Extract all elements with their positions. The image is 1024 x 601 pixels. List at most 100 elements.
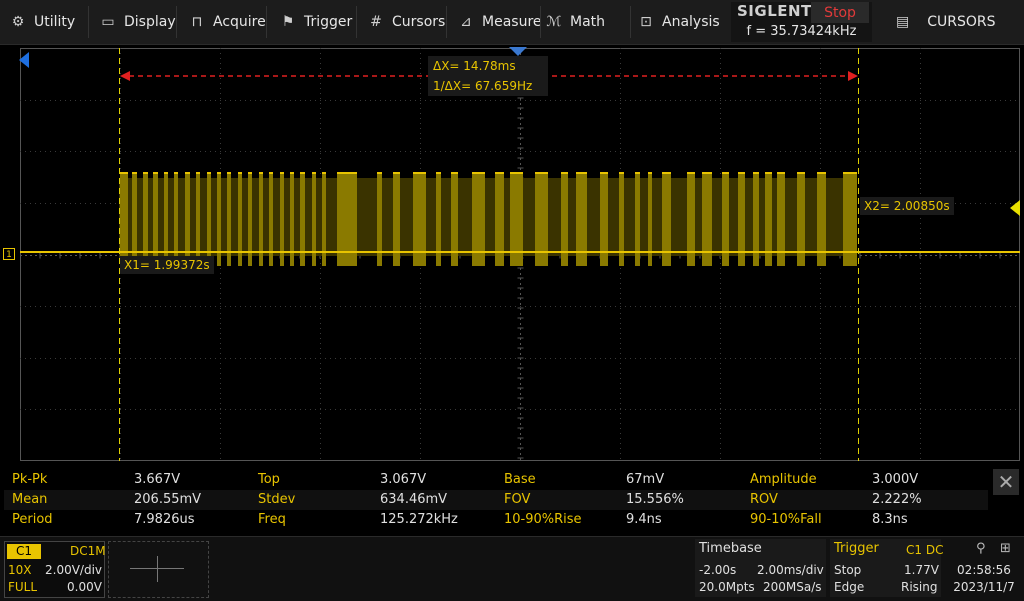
meas-value: 125.272kHz xyxy=(380,512,458,527)
meas-label: Base xyxy=(504,472,536,487)
trigger-source: C1 DC xyxy=(906,543,944,557)
menu-trigger[interactable]: ⚑ Trigger xyxy=(280,0,353,44)
meas-value: 3.667V xyxy=(134,472,181,487)
add-channel-slot[interactable] xyxy=(108,541,209,598)
meas-label: Pk-Pk xyxy=(12,472,48,487)
table-row: Pk-Pk 3.667V Top 3.067V Base 67mV Amplit… xyxy=(4,470,988,490)
meas-value: 206.55mV xyxy=(134,492,202,507)
delta-arrow-left-head xyxy=(120,71,130,81)
trigger-state: Stop xyxy=(834,563,862,577)
cursor-x2-label[interactable]: X2= 2.00850s xyxy=(860,197,954,215)
trigger-slope: Rising xyxy=(901,580,938,594)
cursors-grid-icon: # xyxy=(370,14,382,30)
menu-math[interactable]: ℳ Math xyxy=(546,0,606,44)
cursors-panel-label: CURSORS xyxy=(927,14,996,30)
menu-acquire-label: Acquire xyxy=(213,14,266,30)
menu-analysis[interactable]: ⊡ Analysis xyxy=(638,0,720,44)
timebase-delay: -2.00s xyxy=(699,563,737,577)
ruler-icon: ⊿ xyxy=(460,14,472,30)
sample-rate: 200MSa/s xyxy=(763,580,822,594)
trigger-frequency: f = 35.73424kHz xyxy=(746,24,857,39)
meas-value: 8.3ns xyxy=(872,512,908,527)
system-date: 2023/11/7 xyxy=(953,580,1015,594)
meas-label: Top xyxy=(258,472,280,487)
meas-value: 3.000V xyxy=(872,472,919,487)
cursor-delta-readout: ΔX= 14.78ms 1/ΔX= 67.659Hz xyxy=(428,56,548,96)
table-row: Period 7.9826us Freq 125.272kHz 10-90%Ri… xyxy=(4,510,988,530)
brand-status-panel: SIGLENT Stop f = 35.73424kHz xyxy=(731,2,872,42)
meas-value: 9.4ns xyxy=(626,512,662,527)
meas-value: 634.46mV xyxy=(380,492,448,507)
trigger-level: 1.77V xyxy=(904,563,939,577)
channel-probe: 10X xyxy=(8,563,32,577)
brand-logo: SIGLENT xyxy=(737,2,812,20)
delta-arrow-right-head xyxy=(848,71,858,81)
meas-label: Stdev xyxy=(258,492,296,507)
menu-display[interactable]: ▭ Display xyxy=(100,0,176,44)
menu-measure-label: Measure xyxy=(482,14,542,30)
trigger-level-marker[interactable] xyxy=(1010,200,1020,216)
timebase-panel[interactable]: Timebase -2.00s 2.00ms/div 20.0Mpts 200M… xyxy=(695,539,826,597)
meas-value: 67mV xyxy=(626,472,665,487)
menu-acquire[interactable]: ⊓ Acquire xyxy=(189,0,266,44)
top-menu-bar: ⚙ Utility ▭ Display ⊓ Acquire ⚑ Trigger … xyxy=(0,0,1024,45)
meas-value: 15.556% xyxy=(626,492,684,507)
system-time: 02:58:56 xyxy=(957,563,1011,577)
close-measurements-button[interactable]: ✕ xyxy=(993,469,1019,495)
table-row: Mean 206.55mV Stdev 634.46mV FOV 15.556%… xyxy=(4,490,988,510)
usb-icon: ⚲ xyxy=(976,541,986,556)
cursor-x1-label[interactable]: X1= 1.99372s xyxy=(120,256,214,274)
timebase-title: Timebase xyxy=(699,541,762,556)
meas-label: ROV xyxy=(750,492,778,507)
run-stop-status[interactable]: Stop xyxy=(811,2,869,23)
measurement-table: Pk-Pk 3.667V Top 3.067V Base 67mV Amplit… xyxy=(4,468,988,530)
document-icon: ▤ xyxy=(896,14,910,30)
trigger-type: Edge xyxy=(834,580,865,594)
channel-tag: C1 xyxy=(7,544,41,559)
menu-utility-label: Utility xyxy=(34,14,76,30)
menu-cursors-label: Cursors xyxy=(392,14,446,30)
menu-display-label: Display xyxy=(124,14,176,30)
menu-utility[interactable]: ⚙ Utility xyxy=(10,0,75,44)
menu-trigger-label: Trigger xyxy=(304,14,353,30)
menu-math-label: Math xyxy=(570,14,606,30)
channel-scale: 2.00V/div xyxy=(45,563,103,577)
menu-cursors[interactable]: # Cursors xyxy=(368,0,445,44)
meas-label: FOV xyxy=(504,492,531,507)
analysis-icon: ⊡ xyxy=(640,14,652,30)
acquire-icon: ⊓ xyxy=(191,14,203,30)
channel1-info-box[interactable]: C1 DC1M 10X 2.00V/div FULL 0.00V xyxy=(4,541,106,598)
meas-value: 3.067V xyxy=(380,472,427,487)
add-channel-plus-icon xyxy=(157,556,158,582)
horizontal-position-marker[interactable] xyxy=(19,52,29,68)
meas-value: 7.9826us xyxy=(134,512,195,527)
channel-coupling: DC1M xyxy=(70,544,106,558)
meas-label: Amplitude xyxy=(750,472,817,487)
monitor-icon: ▭ xyxy=(101,14,115,30)
menu-measure[interactable]: ⊿ Measure xyxy=(458,0,542,44)
close-icon: ✕ xyxy=(997,470,1015,494)
delta-x-value: ΔX= 14.78ms xyxy=(433,59,516,73)
system-status: ⚲ ⊞ 02:58:56 2023/11/7 xyxy=(946,539,1024,597)
timebase-scale: 2.00ms/div xyxy=(757,563,824,577)
meas-label: Freq xyxy=(258,512,286,527)
meas-label: Period xyxy=(12,512,53,527)
meas-label: 10-90%Rise xyxy=(504,512,582,527)
inverse-delta-x-value: 1/ΔX= 67.659Hz xyxy=(433,79,533,93)
trigger-title: Trigger xyxy=(834,541,879,556)
channel1-offset-marker[interactable]: 1 xyxy=(3,248,15,260)
memory-depth: 20.0Mpts xyxy=(699,580,755,594)
meas-value: 2.222% xyxy=(872,492,922,507)
trigger-panel[interactable]: Trigger C1 DC Stop 1.77V Edge Rising xyxy=(830,539,944,597)
channel-bandwidth: FULL xyxy=(8,580,38,594)
meas-label: Mean xyxy=(12,492,48,507)
cursors-panel-tab[interactable]: ▤ CURSORS xyxy=(878,0,1024,44)
channel-offset: 0.00V xyxy=(67,580,102,594)
trigger-position-marker[interactable] xyxy=(509,47,527,56)
waveform-grid[interactable] xyxy=(20,48,1020,461)
meas-label: 90-10%Fall xyxy=(750,512,822,527)
waveform-display xyxy=(20,48,1020,461)
flag-icon: ⚑ xyxy=(281,14,295,30)
gear-icon: ⚙ xyxy=(11,14,25,30)
menu-analysis-label: Analysis xyxy=(662,14,720,30)
